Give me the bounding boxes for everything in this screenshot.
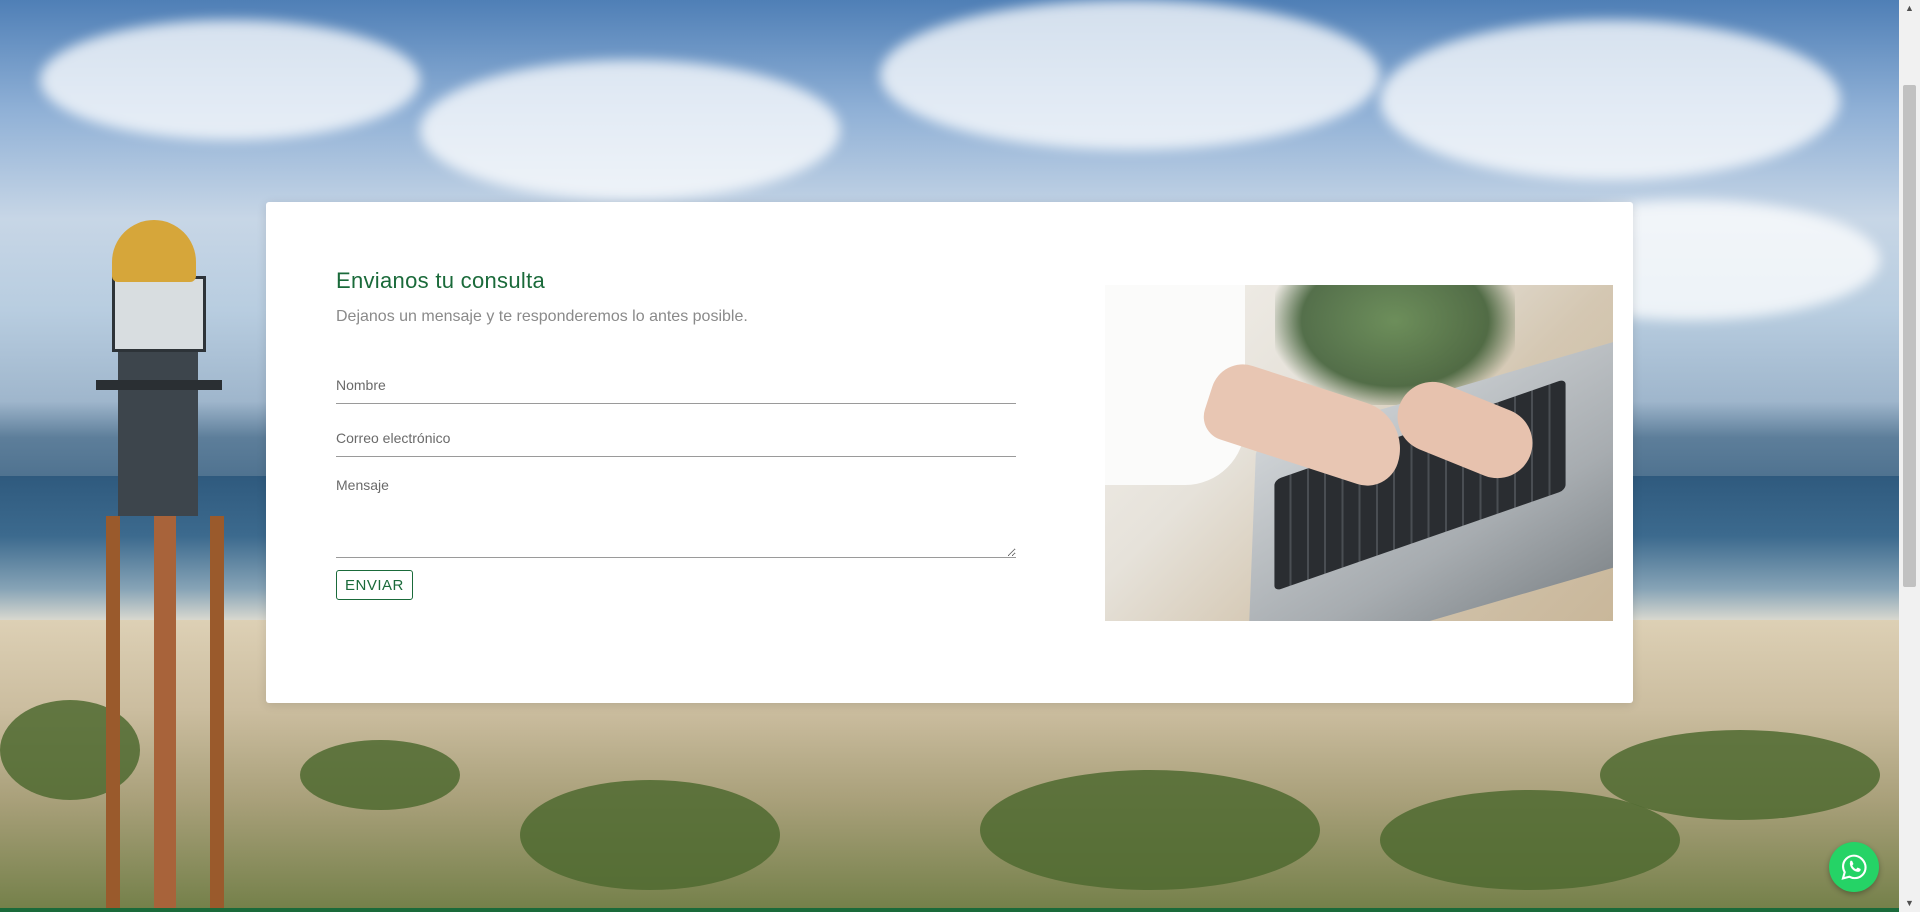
- bush: [300, 740, 460, 810]
- lighthouse-lantern: [112, 276, 206, 352]
- contact-subtitle: Dejanos un mensaje y te responderemos lo…: [336, 308, 748, 325]
- lighthouse-tower: [118, 346, 198, 516]
- bush: [1600, 730, 1880, 820]
- whatsapp-button[interactable]: [1829, 842, 1879, 892]
- page-bottom-border: [0, 908, 1899, 912]
- bush: [980, 770, 1320, 890]
- lighthouse-dome: [112, 220, 196, 282]
- contact-card: Envianos tu consulta Dejanos un mensaje …: [266, 202, 1633, 703]
- cloud: [420, 60, 840, 200]
- send-button[interactable]: ENVIAR: [336, 570, 413, 600]
- bush: [520, 780, 780, 890]
- name-field[interactable]: [336, 367, 1016, 404]
- whatsapp-icon: [1841, 854, 1867, 880]
- cloud: [40, 20, 420, 140]
- scrollbar-thumb[interactable]: [1903, 85, 1916, 587]
- scroll-down-icon[interactable]: ▼: [1899, 895, 1920, 912]
- contact-title: Envianos tu consulta: [336, 268, 546, 293]
- cloud: [880, 0, 1380, 150]
- lighthouse-legs: [95, 516, 235, 912]
- message-field[interactable]: [336, 473, 1016, 558]
- scrollbar[interactable]: ▲ ▼: [1899, 0, 1920, 912]
- laptop-typing-photo: [1105, 285, 1613, 621]
- cloud: [1380, 20, 1840, 180]
- lighthouse-balcony: [96, 380, 222, 390]
- scroll-up-icon[interactable]: ▲: [1899, 0, 1920, 17]
- email-field[interactable]: [336, 420, 1016, 457]
